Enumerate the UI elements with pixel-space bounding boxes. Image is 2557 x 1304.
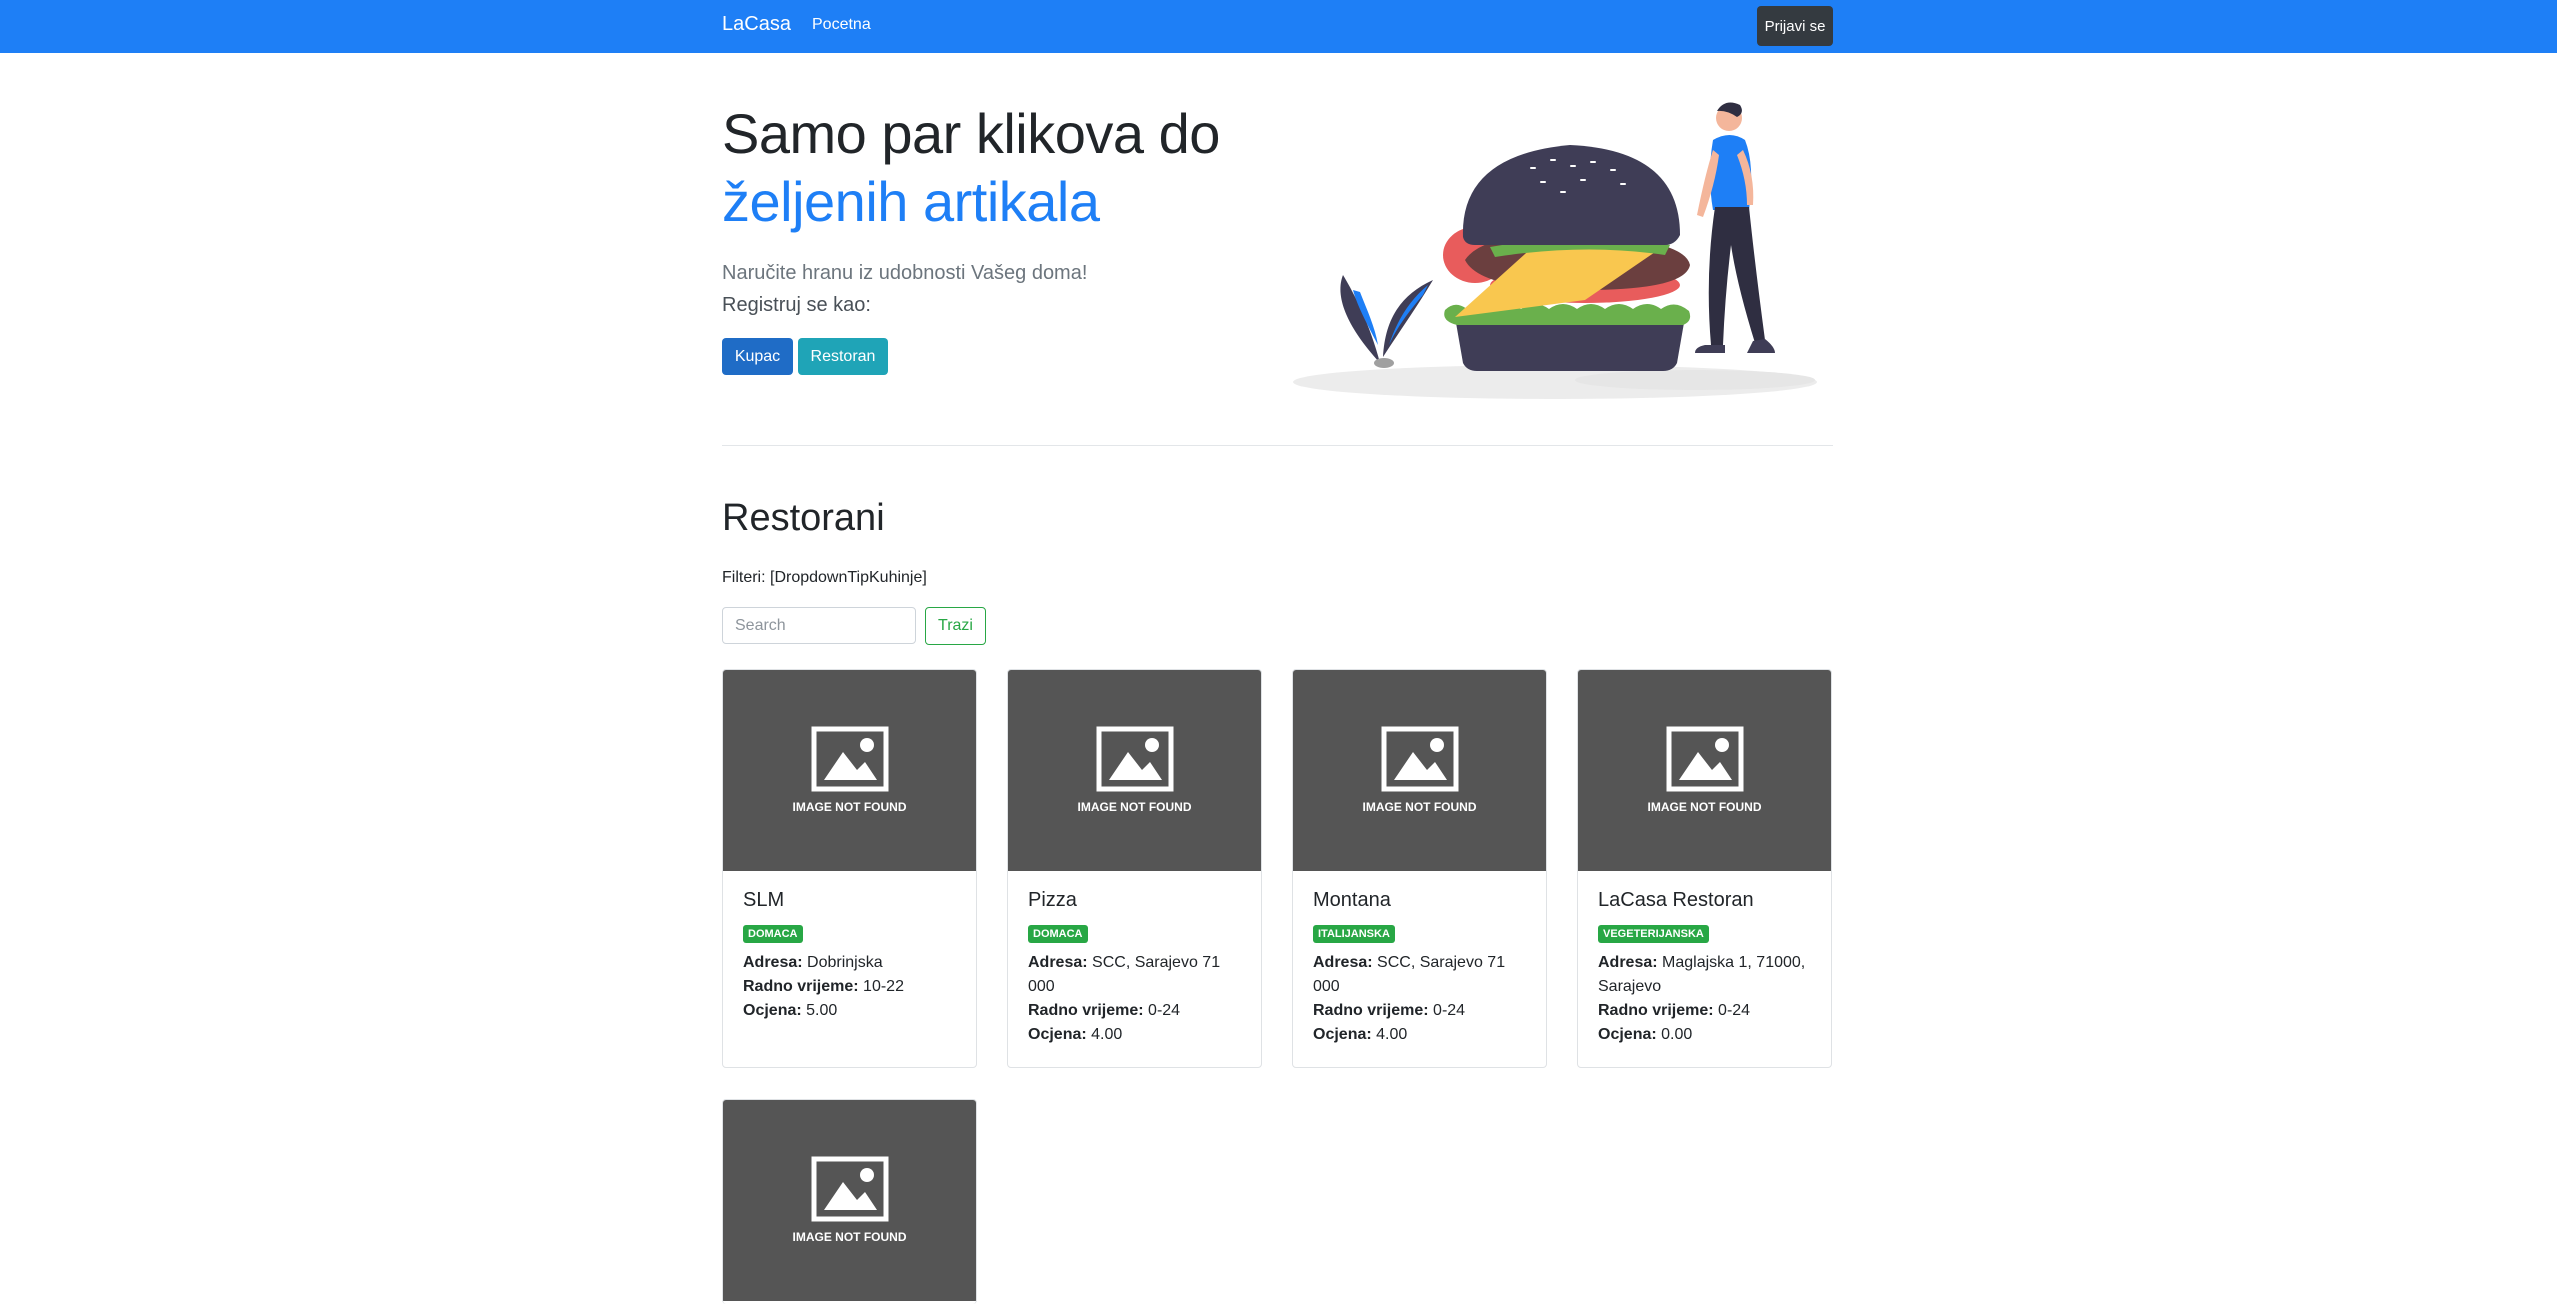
brand-link[interactable]: LaCasa	[722, 13, 791, 36]
section-divider	[722, 445, 1833, 446]
restaurant-name: Pizza	[1028, 889, 1077, 911]
image-not-found-text: IMAGE NOT FOUND	[792, 800, 907, 814]
restaurant-card[interactable]: IMAGE NOT FOUND	[722, 1099, 977, 1304]
restaurant-address: Adresa: SCC, Sarajevo 71 000	[1313, 954, 1506, 995]
cuisine-badge: VEGETERIJANSKA	[1598, 925, 1709, 943]
login-button[interactable]: Prijavi se	[1757, 6, 1833, 46]
restaurant-hours: Radno vrijeme: 0-24	[1028, 1002, 1181, 1019]
restaurant-name: Montana	[1313, 889, 1391, 911]
restaurant-rating: Ocjena: 5.00	[743, 1002, 838, 1019]
navbar: LaCasa Pocetna Prijavi se	[0, 0, 2557, 53]
restaurant-hours: Radno vrijeme: 0-24	[1598, 1002, 1751, 1019]
restaurants-title: Restorani	[722, 497, 885, 539]
restaurant-image: IMAGE NOT FOUND	[1293, 670, 1546, 871]
restaurant-name: SLM	[743, 889, 785, 911]
image-placeholder-icon	[1096, 726, 1173, 792]
hero-title: Samo par klikova do željenih artikala	[722, 100, 1220, 236]
restaurant-card[interactable]: IMAGE NOT FOUND SLM DOMACA Adresa: Dobri…	[722, 669, 977, 1068]
nav-home-link[interactable]: Pocetna	[812, 16, 871, 34]
restaurant-image: IMAGE NOT FOUND	[1578, 670, 1831, 871]
image-not-found-text: IMAGE NOT FOUND	[1362, 800, 1477, 814]
restaurant-rating: Ocjena: 4.00	[1313, 1026, 1408, 1043]
filters-label: Filteri: [DropdownTipKuhinje]	[722, 569, 927, 586]
image-placeholder-icon	[811, 1156, 888, 1222]
search-input[interactable]	[722, 607, 916, 644]
image-placeholder-icon	[811, 726, 888, 792]
restaurant-card[interactable]: IMAGE NOT FOUND LaCasa Restoran VEGETERI…	[1577, 669, 1832, 1068]
image-not-found-text: IMAGE NOT FOUND	[792, 1230, 907, 1244]
restaurant-card[interactable]: IMAGE NOT FOUND Montana ITALIJANSKA Adre…	[1292, 669, 1547, 1068]
restaurant-image: IMAGE NOT FOUND	[723, 670, 976, 871]
restaurant-address: Adresa: Maglajska 1, 71000, Sarajevo	[1598, 954, 1806, 995]
restaurant-address: Adresa: SCC, Sarajevo 71 000	[1028, 954, 1221, 995]
restaurant-card[interactable]: IMAGE NOT FOUND Pizza DOMACA Adresa: SCC…	[1007, 669, 1262, 1068]
restaurant-rating: Ocjena: 0.00	[1598, 1026, 1693, 1043]
image-placeholder-icon	[1666, 726, 1743, 792]
register-label: Registruj se kao:	[722, 294, 871, 316]
hero-title-line1: Samo par klikova do	[722, 102, 1220, 165]
register-restaurant-button[interactable]: Restoran	[798, 338, 888, 375]
image-not-found-text: IMAGE NOT FOUND	[1077, 800, 1192, 814]
search-button[interactable]: Trazi	[925, 607, 986, 645]
restaurant-hours: Radno vrijeme: 0-24	[1313, 1002, 1466, 1019]
restaurant-address: Adresa: Dobrinjska	[743, 954, 883, 971]
restaurant-rating: Ocjena: 4.00	[1028, 1026, 1123, 1043]
register-buyer-button[interactable]: Kupac	[722, 338, 793, 375]
hero-title-line2: željenih artikala	[722, 170, 1100, 233]
restaurant-name: LaCasa Restoran	[1598, 889, 1754, 911]
restaurant-hours: Radno vrijeme: 10-22	[743, 978, 904, 995]
burger-illustration	[1293, 102, 1817, 399]
cuisine-badge: ITALIJANSKA	[1313, 925, 1395, 943]
image-not-found-text: IMAGE NOT FOUND	[1647, 800, 1762, 814]
image-placeholder-icon	[1381, 726, 1458, 792]
cuisine-badge: DOMACA	[1028, 925, 1088, 943]
hero-subtitle: Naručite hranu iz udobnosti Vašeg doma!	[722, 262, 1088, 284]
cuisine-badge: DOMACA	[743, 925, 803, 943]
restaurant-image: IMAGE NOT FOUND	[723, 1100, 976, 1301]
restaurant-image: IMAGE NOT FOUND	[1008, 670, 1261, 871]
